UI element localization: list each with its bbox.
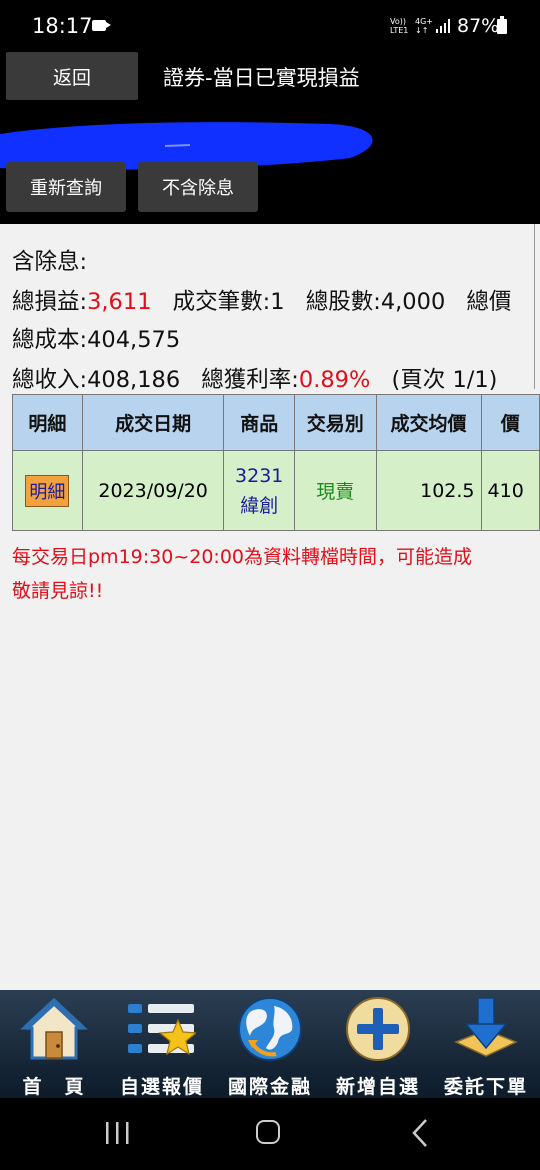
nav-add-watchlist[interactable]: 新增自選 [324, 990, 432, 1098]
detail-cell: 明細 [12, 450, 83, 531]
col-header-detail: 明細 [12, 394, 83, 451]
profit-rate-value: 0.89% [298, 367, 371, 393]
product-name: 緯創 [240, 494, 279, 517]
trade-count-value: 1 [270, 289, 285, 315]
horizontal-scroll-indicator [534, 224, 540, 389]
nav-home[interactable]: 首 頁 [0, 990, 108, 1098]
total-cost-label: 總成本: [12, 327, 88, 353]
video-camera-icon [92, 20, 111, 31]
total-shares-label: 總股數: [305, 289, 381, 315]
total-cost-value: 404,575 [87, 327, 181, 353]
status-time: 18:17 [32, 14, 93, 38]
table-row: 明細 2023/09/20 3231 緯創 現賣 102.5 410 [12, 450, 540, 531]
battery-percent: 87% [457, 15, 500, 37]
signal-icon [436, 19, 450, 33]
nav-watchlist[interactable]: 自選報價 [108, 990, 216, 1098]
product-cell[interactable]: 3231 緯創 [223, 450, 295, 531]
maintenance-notice: 每交易日pm19:30~20:00為資料轉檔時間，可能造成 敬請見諒!! [12, 540, 472, 608]
col-header-trade-type: 交易別 [293, 394, 377, 451]
summary-line-2: 總成本:404,575 [12, 322, 180, 354]
requery-button[interactable]: 重新查詢 [6, 162, 126, 212]
profit-rate-label: 總獲利率: [201, 367, 299, 393]
table-header-row: 明細 成交日期 商品 交易別 成交均價 價 [12, 394, 540, 451]
back-arrow-icon[interactable] [410, 1118, 430, 1148]
nav-international-label: 國際金融 [227, 1076, 312, 1098]
nav-add-watchlist-label: 新增自選 [335, 1076, 420, 1098]
summary-heading: 含除息: [12, 249, 88, 275]
app-header: 返回 證券-當日已實現損益 重新查詢 不含除息 [0, 40, 540, 224]
trade-date-cell: 2023/09/20 [81, 450, 225, 531]
network-indicator: 4G+ ↓↑ [415, 17, 433, 35]
total-price-label: 總價 [466, 289, 512, 315]
battery-icon [497, 16, 507, 34]
system-navigation-bar [0, 1098, 540, 1170]
total-income-value: 408,186 [87, 367, 181, 393]
detail-button[interactable]: 明細 [25, 474, 70, 507]
total-income-label: 總收入: [12, 367, 88, 393]
nav-place-order-label: 委託下單 [443, 1076, 528, 1098]
watchlist-icon [128, 1004, 196, 1056]
notice-line-1: 每交易日pm19:30~20:00為資料轉檔時間，可能造成 [12, 546, 472, 568]
recent-apps-icon[interactable] [102, 1122, 132, 1144]
col-header-date: 成交日期 [81, 394, 225, 451]
nav-place-order[interactable]: 委託下單 [432, 990, 540, 1098]
trade-detail-table: 明細 成交日期 商品 交易別 成交均價 價 明細 2023/09/20 3231… [12, 394, 540, 531]
total-shares-value: 4,000 [380, 289, 446, 315]
add-icon [346, 997, 410, 1061]
product-code: 3231 [235, 464, 284, 487]
notice-line-2: 敬請見諒!! [12, 580, 104, 602]
content-area: 含除息: 總損益:3,611 成交筆數:1 總股數:4,000 總價 總成本:4… [0, 224, 540, 990]
page-title: 證券-當日已實現損益 [163, 66, 360, 90]
avg-price-cell: 102.5 [375, 450, 482, 531]
page-indicator: (頁次 1/1) [391, 367, 498, 393]
back-button[interactable]: 返回 [6, 52, 138, 100]
exclude-dividend-button[interactable]: 不含除息 [138, 162, 258, 212]
nav-home-label: 首 頁 [22, 1076, 86, 1098]
trade-type-cell: 現賣 [293, 450, 377, 531]
volte-indicator: Vo)) LTE1 [390, 17, 409, 35]
price-cell: 410 [480, 450, 540, 531]
globe-icon [238, 997, 302, 1061]
nav-watchlist-label: 自選報價 [119, 1076, 204, 1098]
summary-line-3: 總收入:408,186 總獲利率:0.89% (頁次 1/1) [12, 362, 497, 394]
total-pl-value: 3,611 [87, 289, 152, 315]
trade-count-label: 成交筆數: [172, 289, 271, 315]
home-icon [20, 997, 88, 1060]
nav-international[interactable]: 國際金融 [216, 990, 324, 1098]
col-header-price: 價 [480, 394, 540, 451]
col-header-avg-price: 成交均價 [375, 394, 482, 451]
summary-line-1: 總損益:3,611 成交筆數:1 總股數:4,000 總價 [12, 284, 511, 316]
bottom-navigation: 首 頁 自選報價 國際金融 新增自選 委託下單 [0, 990, 540, 1098]
home-button-icon[interactable] [256, 1120, 280, 1144]
total-pl-label: 總損益: [12, 289, 88, 315]
order-icon [454, 997, 518, 1057]
col-header-product: 商品 [223, 394, 295, 451]
